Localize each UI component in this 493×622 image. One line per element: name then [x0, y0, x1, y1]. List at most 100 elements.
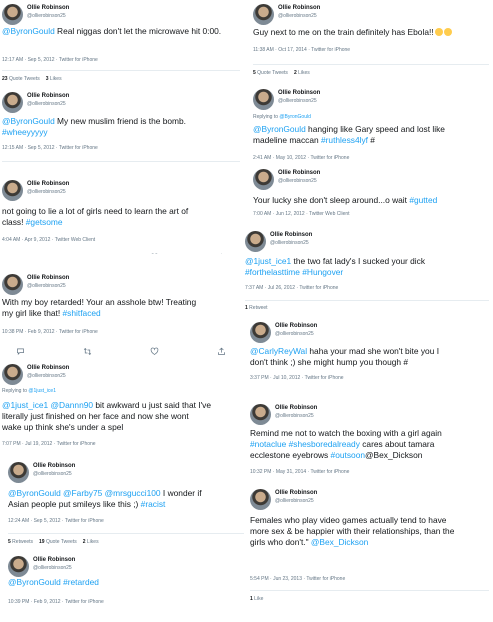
avatar[interactable] [2, 180, 23, 201]
share-icon[interactable] [217, 253, 226, 254]
stat-retweet[interactable]: 1 Retweet [245, 305, 268, 311]
user-name[interactable]: Ollie Robinson [27, 181, 69, 187]
text-segment: Guy next to me on the train definitely h… [253, 27, 434, 37]
text-segment: more sex & be happier with their relatio… [250, 526, 455, 536]
avatar[interactable] [253, 89, 274, 110]
avatar[interactable] [2, 4, 23, 25]
tweet-timestamp[interactable]: 11:38 AM · Oct 17, 2014 · Twitter for iP… [253, 47, 350, 53]
stat-quote-tweets[interactable]: 19 Quote Tweets [39, 539, 77, 545]
tweet-text: With my boy retarded! Your an asshole bt… [2, 297, 236, 319]
mention-or-hashtag[interactable]: @ByronGould [253, 124, 306, 134]
mention-or-hashtag[interactable]: @CarlyReyWal [250, 346, 307, 356]
tweet-timestamp[interactable]: 5:54 PM · Jun 23, 2013 · Twitter for iPh… [250, 576, 345, 582]
stat-count: 2 [82, 539, 86, 545]
stat-likes[interactable]: 2 Likes [83, 539, 99, 545]
like-icon[interactable] [150, 253, 159, 254]
mention-or-hashtag[interactable]: #ruthless4lyf [321, 135, 368, 145]
user-name[interactable]: Ollie Robinson [278, 5, 320, 11]
retweet-icon[interactable] [83, 253, 92, 254]
user-name[interactable]: Ollie Robinson [278, 90, 320, 96]
stat-likes[interactable]: 3 Likes [46, 76, 62, 82]
user-name[interactable]: Ollie Robinson [27, 275, 69, 281]
tweet-timestamp[interactable]: 10:39 PM · Feb 9, 2012 · Twitter for iPh… [8, 599, 104, 605]
tweet-timestamp[interactable]: 10:38 PM · Feb 9, 2012 · Twitter for iPh… [2, 329, 98, 335]
user-handle: @ollierobinson25 [278, 98, 317, 104]
tweet-timestamp[interactable]: 7:07 PM · Jul 19, 2012 · Twitter for iPh… [2, 441, 96, 447]
mention-or-hashtag[interactable]: #shitfaced [63, 308, 101, 318]
mention-or-hashtag[interactable]: @ByronGould @Farby75 @mrsgucci100 [8, 488, 161, 498]
mention-or-hashtag[interactable]: #notaclue #shesboredalready [250, 439, 360, 449]
stat-retweets[interactable]: 5 Retweets [8, 539, 33, 545]
mention-or-hashtag[interactable]: #racist [141, 499, 166, 509]
mention-or-hashtag[interactable]: @1just_ice1 @Dannn90 [2, 400, 93, 410]
reply-icon[interactable] [16, 347, 25, 356]
share-icon[interactable] [217, 347, 226, 356]
avatar[interactable] [253, 169, 274, 190]
share-icon[interactable] [217, 253, 226, 254]
avatar[interactable] [2, 274, 23, 295]
mention-or-hashtag[interactable]: @ByronGould [8, 577, 61, 587]
tweet-timestamp[interactable]: 7:37 AM · Jul 26, 2012 · Twitter for iPh… [245, 285, 338, 291]
avatar[interactable] [2, 92, 23, 113]
mention-or-hashtag[interactable]: #outsoon [331, 450, 365, 460]
user-name[interactable]: Ollie Robinson [275, 490, 317, 496]
like-icon[interactable] [150, 347, 159, 356]
text-segment: haha your mad she won't bite you I [307, 346, 440, 356]
retweet-icon[interactable] [83, 253, 92, 254]
avatar[interactable] [250, 489, 271, 510]
mention-or-hashtag[interactable]: #gutted [409, 195, 437, 205]
avatar[interactable] [8, 556, 29, 577]
mention-or-hashtag[interactable]: @ByronGould [2, 116, 55, 126]
avatar[interactable] [253, 4, 274, 25]
avatar[interactable] [2, 364, 23, 385]
reply-icon[interactable] [16, 347, 25, 356]
retweet-icon[interactable] [83, 347, 92, 356]
replying-to-handle[interactable]: @1just_ice1 [28, 388, 56, 394]
user-name[interactable]: Ollie Robinson [27, 365, 69, 371]
avatar[interactable] [250, 322, 271, 343]
mention-or-hashtag[interactable]: #getsome [26, 217, 63, 227]
text-segment: madeline maccan [253, 135, 321, 145]
tweet-timestamp[interactable]: 7:00 AM · Jun 12, 2012 · Twitter Web Cli… [253, 211, 350, 217]
stat-likes[interactable]: 2 Likes [294, 70, 310, 76]
like-icon[interactable] [150, 253, 159, 254]
retweet-icon[interactable] [83, 347, 92, 356]
user-name[interactable]: Ollie Robinson [27, 5, 69, 11]
avatar[interactable] [8, 462, 29, 483]
tweet-timestamp[interactable]: 2:41 AM · May 10, 2012 · Twitter for iPh… [253, 155, 349, 161]
user-handle: @ollierobinson25 [270, 240, 309, 246]
user-name[interactable]: Ollie Robinson [270, 232, 312, 238]
mention-or-hashtag[interactable]: #wheeyyyyy [2, 127, 48, 137]
user-name[interactable]: Ollie Robinson [275, 323, 317, 329]
mention-or-hashtag[interactable]: @Bex_Dickson [311, 537, 368, 547]
user-name[interactable]: Ollie Robinson [275, 405, 317, 411]
text-segment: the two fat lady's I sucked your dick [291, 256, 426, 266]
tweet-timestamp[interactable]: 12:15 AM · Sep 5, 2012 · Twitter for iPh… [2, 145, 98, 151]
user-name[interactable]: Ollie Robinson [33, 557, 75, 563]
replying-to-handle[interactable]: @ByronGould [279, 114, 310, 120]
mention-or-hashtag[interactable]: @ByronGould [2, 26, 55, 36]
tweet-timestamp[interactable]: 4:04 AM · Apr 9, 2012 · Twitter Web Clie… [2, 237, 95, 243]
text-segment: Remind me not to watch the boxing with a… [250, 428, 442, 438]
mention-or-hashtag[interactable]: @1just_ice1 [245, 256, 291, 266]
tweet-timestamp[interactable]: 3:37 PM · Jul 10, 2012 · Twitter for iPh… [250, 375, 344, 381]
tweet-timestamp[interactable]: 12:17 AM · Sep 5, 2012 · Twitter for iPh… [2, 57, 98, 63]
user-name[interactable]: Ollie Robinson [27, 93, 69, 99]
stat-quote-tweets[interactable]: 5 Quote Tweets [253, 70, 288, 76]
stat-like[interactable]: 1 Like [250, 596, 263, 602]
avatar[interactable] [250, 404, 271, 425]
stat-quote-tweets[interactable]: 23 Quote Tweets [2, 76, 40, 82]
text-segment: cares about tamara [359, 439, 435, 449]
tweet-timestamp[interactable]: 12:24 AM · Sep 5, 2012 · Twitter for iPh… [8, 518, 104, 524]
reply-icon[interactable] [16, 253, 25, 254]
mention-or-hashtag[interactable]: #retarded [63, 577, 99, 587]
tweet-timestamp[interactable]: 10:32 PM · May 31, 2014 · Twitter for iP… [250, 469, 349, 475]
like-icon[interactable] [150, 347, 159, 356]
share-icon[interactable] [217, 347, 226, 356]
avatar[interactable] [245, 231, 266, 252]
user-name[interactable]: Ollie Robinson [278, 170, 320, 176]
user-name[interactable]: Ollie Robinson [33, 463, 75, 469]
replying-to-label: Replying to [2, 388, 28, 394]
mention-or-hashtag[interactable]: #forthelasttime #Hungover [245, 267, 343, 277]
reply-icon[interactable] [16, 253, 25, 254]
